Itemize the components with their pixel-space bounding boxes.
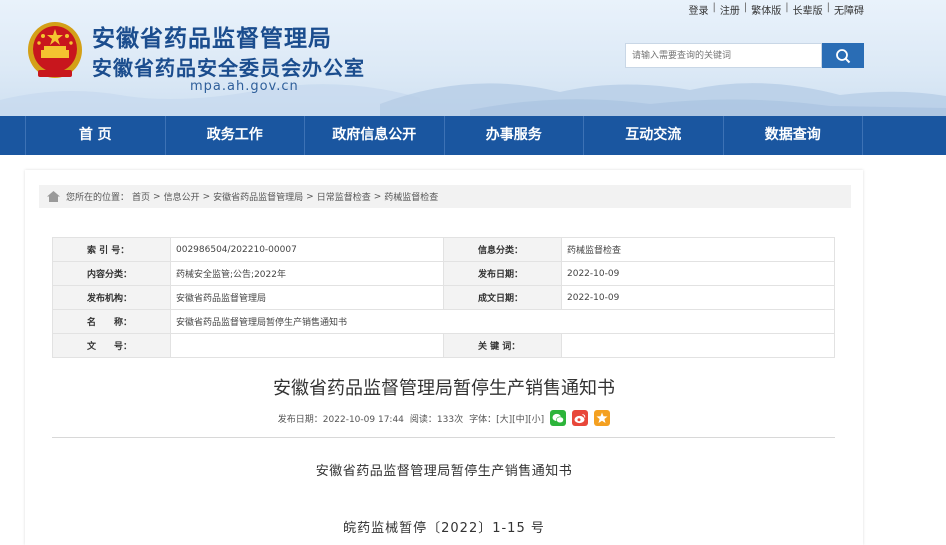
home-icon	[47, 191, 60, 202]
breadcrumb-device-inspection[interactable]: 药械监督检查	[384, 190, 438, 203]
document-meta-table: 索 引 号： 002986504/202210-00007 信息分类： 药械监督…	[52, 237, 835, 358]
keywords-value	[561, 333, 835, 358]
index-label: 索 引 号：	[52, 237, 171, 262]
breadcrumb-separator: >	[153, 191, 161, 202]
breadcrumb-separator: >	[306, 191, 314, 202]
separator: |	[826, 2, 830, 13]
nav-item-services[interactable]: 办事服务	[443, 116, 584, 155]
category-label: 信息分类：	[443, 237, 562, 262]
traditional-link[interactable]: 繁体版	[751, 2, 781, 17]
main-nav: 首 页 政务工作 政府信息公开 办事服务 互动交流 数据查询	[0, 116, 946, 155]
publish-date-value: 2022-10-09	[561, 261, 835, 286]
top-links: 登录 | 注册 | 繁体版 | 长辈版 | 无障碍	[689, 2, 865, 17]
nav-item-interaction[interactable]: 互动交流	[583, 116, 723, 155]
doc-number-label: 文 号：	[52, 333, 171, 358]
search-input[interactable]	[625, 43, 822, 68]
login-link[interactable]: 登录	[689, 2, 709, 17]
doc-number-value	[170, 333, 444, 358]
elderly-link[interactable]: 长辈版	[793, 2, 823, 17]
national-emblem-icon	[28, 22, 82, 78]
favorite-button[interactable]	[594, 410, 611, 426]
table-row: 名 称： 安徽省药品监督管理局暂停生产销售通知书	[52, 309, 835, 334]
publish-date-label: 发布日期：	[443, 261, 562, 286]
wechat-share-button[interactable]	[550, 410, 567, 426]
table-row: 索 引 号： 002986504/202210-00007 信息分类： 药械监督…	[52, 237, 835, 262]
site-header: 登录 | 注册 | 繁体版 | 长辈版 | 无障碍 安徽省药品监督管理局 安徽省…	[0, 0, 946, 116]
view-count: 阅读：133次	[409, 414, 464, 425]
font-medium-button[interactable]: [中]	[512, 415, 528, 425]
nav-item-home[interactable]: 首 页	[25, 116, 165, 155]
name-label: 名 称：	[52, 309, 171, 334]
publish-datetime: 发布日期：2022-10-09 17:44	[277, 414, 404, 425]
font-large-button[interactable]: [大]	[496, 415, 512, 425]
content-category-label: 内容分类：	[52, 261, 171, 286]
register-link[interactable]: 注册	[720, 2, 740, 17]
index-value: 002986504/202210-00007	[170, 237, 444, 262]
star-icon	[596, 412, 608, 423]
separator: |	[743, 2, 748, 13]
body-heading: 安徽省药品监督管理局暂停生产销售通知书	[315, 464, 573, 479]
site-title-secondary: 安徽省药品安全委员会办公室	[92, 56, 365, 80]
article-info: 发布日期：2022-10-09 17:44 阅读：133次 字体：[大][中][…	[25, 410, 863, 426]
nav-item-government-work[interactable]: 政务工作	[164, 116, 305, 155]
search-button[interactable]	[822, 43, 864, 68]
divider	[52, 437, 835, 438]
category-value: 药械监督检查	[561, 237, 835, 262]
font-size-label: 字体：	[469, 414, 497, 425]
site-domain: mpa.ah.gov.cn	[190, 79, 299, 94]
document-number: 皖药监械暂停〔2022〕1-15 号	[343, 521, 545, 536]
search-icon	[836, 48, 851, 63]
nav-item-data-query[interactable]: 数据查询	[722, 116, 863, 155]
font-small-button[interactable]: [小]	[528, 415, 544, 425]
separator: |	[785, 2, 789, 13]
table-row: 内容分类： 药械安全监管;公告;2022年 发布日期： 2022-10-09	[52, 261, 835, 286]
separator: |	[712, 2, 716, 13]
written-date-value: 2022-10-09	[561, 285, 835, 310]
breadcrumb-info-disclosure[interactable]: 信息公开	[164, 190, 200, 203]
accessibility-link[interactable]: 无障碍	[834, 2, 864, 17]
site-title-primary[interactable]: 安徽省药品监督管理局	[92, 19, 332, 53]
breadcrumb-separator: >	[202, 191, 211, 202]
breadcrumb-daily-inspection[interactable]: 日常监督检查	[317, 190, 371, 203]
breadcrumb-separator: >	[373, 191, 382, 202]
breadcrumb-bureau[interactable]: 安徽省药品监督管理局	[213, 190, 303, 203]
org-value: 安徽省药品监督管理局	[170, 285, 444, 310]
content-category-value: 药械安全监管;公告;2022年	[170, 261, 444, 286]
table-row: 发布机构： 安徽省药品监督管理局 成文日期： 2022-10-09	[52, 285, 835, 310]
breadcrumb: 您所在的位置： 首页 > 信息公开 > 安徽省药品监督管理局 > 日常监督检查 …	[39, 185, 851, 208]
name-value: 安徽省药品监督管理局暂停生产销售通知书	[170, 309, 835, 334]
weibo-icon	[574, 413, 586, 423]
keywords-label: 关 键 词：	[443, 333, 562, 358]
table-row: 文 号： 关 键 词：	[52, 333, 835, 358]
written-date-label: 成文日期：	[443, 285, 562, 310]
breadcrumb-prefix: 您所在的位置：	[66, 193, 130, 203]
weibo-share-button[interactable]	[572, 410, 589, 426]
wechat-icon	[552, 413, 565, 423]
article-title: 安徽省药品监督管理局暂停生产销售通知书	[273, 378, 615, 399]
breadcrumb-home[interactable]: 首页	[132, 190, 150, 203]
org-label: 发布机构：	[52, 285, 171, 310]
nav-item-info-disclosure[interactable]: 政府信息公开	[304, 116, 444, 155]
content-panel: 您所在的位置： 首页 > 信息公开 > 安徽省药品监督管理局 > 日常监督检查 …	[25, 170, 863, 545]
